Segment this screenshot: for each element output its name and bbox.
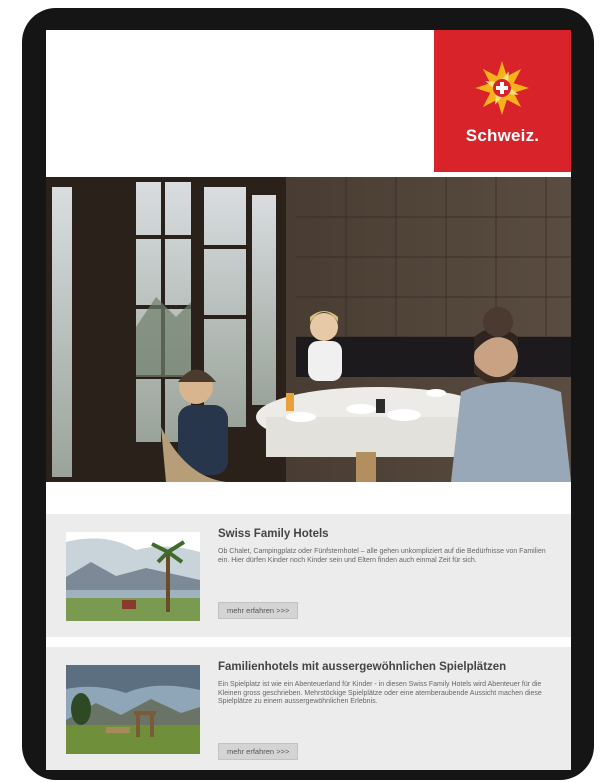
read-more-button[interactable]: mehr erfahren >>> bbox=[218, 743, 299, 760]
tablet-frame: Schweiz. Swiss Family Hotels Ob Chalet, … bbox=[22, 8, 594, 780]
article-thumbnail-playground[interactable] bbox=[66, 665, 200, 754]
family-breakfast-photo bbox=[46, 177, 571, 482]
article-body: Ein Spielplatz ist wie ein Abenteuerland… bbox=[218, 681, 542, 706]
read-more-button[interactable]: mehr erfahren >>> bbox=[218, 602, 299, 619]
brand-name: Schweiz. bbox=[465, 126, 540, 145]
swiss-star-flower-icon bbox=[475, 61, 529, 115]
header: Schweiz. bbox=[46, 30, 571, 172]
schweiz-logo[interactable]: Schweiz. bbox=[434, 30, 571, 172]
hero-image bbox=[46, 177, 571, 482]
article-card: Swiss Family Hotels Ob Chalet, Campingpl… bbox=[46, 514, 571, 637]
article-card: Familienhotels mit aussergewöhnlichen Sp… bbox=[46, 647, 571, 770]
article-body: Ob Chalet, Campingplatz oder Fünfsternho… bbox=[218, 548, 546, 564]
article-thumbnail-lake-palm[interactable] bbox=[66, 532, 200, 621]
article-title: Swiss Family Hotels bbox=[218, 528, 329, 540]
article-title: Familienhotels mit aussergewöhnlichen Sp… bbox=[218, 661, 507, 673]
email-screen: Schweiz. Swiss Family Hotels Ob Chalet, … bbox=[46, 30, 571, 770]
